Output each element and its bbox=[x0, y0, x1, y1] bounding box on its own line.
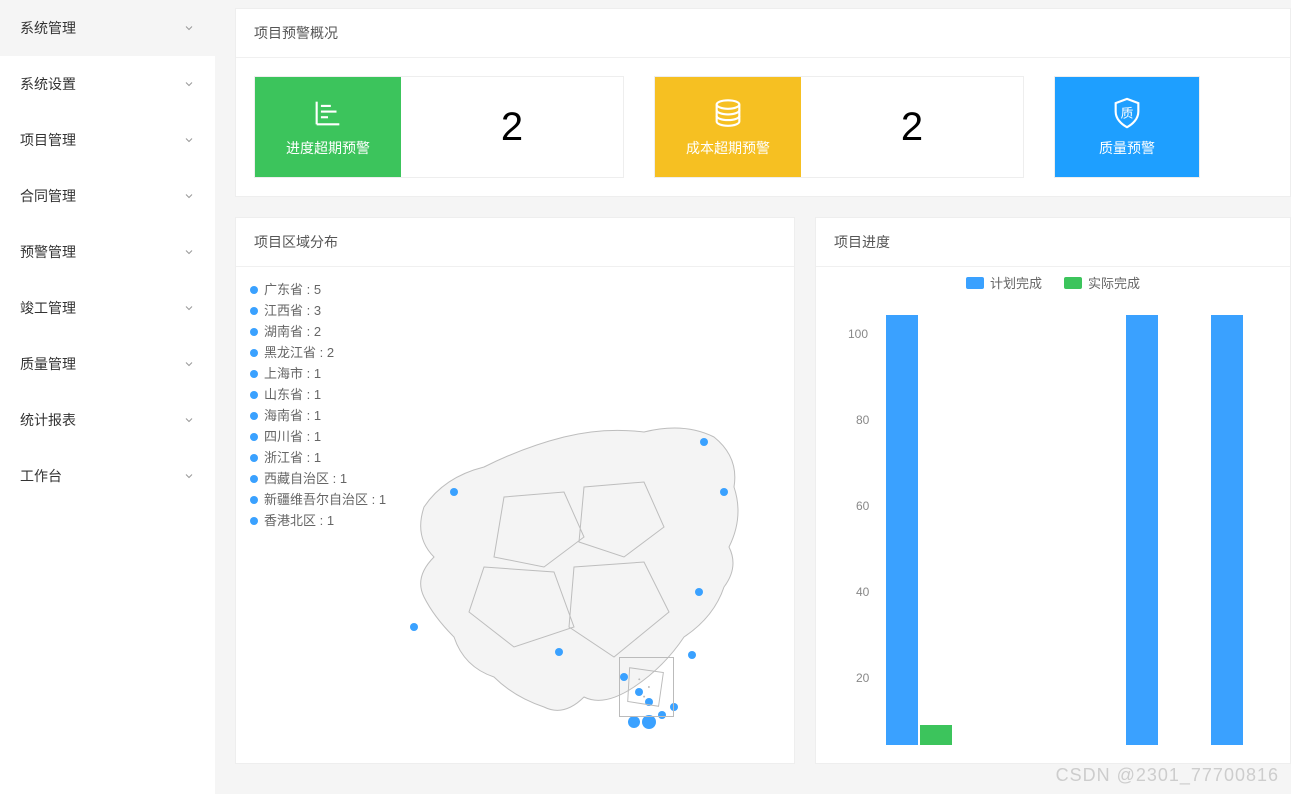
progress-title: 项目进度 bbox=[816, 218, 1290, 267]
watermark: CSDN @2301_77700816 bbox=[1056, 765, 1279, 786]
region-item: 黑龙江省 : 2 bbox=[250, 342, 386, 363]
legend-swatch-icon bbox=[1064, 277, 1082, 289]
bar-planned[interactable] bbox=[1126, 315, 1158, 745]
chevron-down-icon bbox=[183, 302, 195, 314]
chart-body: 计划完成 实际完成 100 80 60 40 20 bbox=[816, 273, 1290, 763]
region-item: 山东省 : 1 bbox=[250, 384, 386, 405]
alert-label: 进度超期预警 bbox=[286, 138, 370, 158]
region-item: 江西省 : 3 bbox=[250, 300, 386, 321]
coins-icon bbox=[711, 96, 745, 130]
overview-panel: 项目预警概况 进度超期预警 2 bbox=[235, 8, 1291, 197]
sidebar-item-label: 系统设置 bbox=[20, 74, 76, 94]
sidebar-item-label: 工作台 bbox=[20, 466, 62, 486]
region-item: 四川省 : 1 bbox=[250, 426, 386, 447]
alert-card-progress[interactable]: 进度超期预警 2 bbox=[254, 76, 624, 178]
alert-card-left: 质 质量预警 bbox=[1055, 77, 1199, 177]
dot-icon bbox=[250, 370, 258, 378]
svg-text:质: 质 bbox=[1121, 105, 1134, 120]
region-list: 广东省 : 5 江西省 : 3 湖南省 : 2 黑龙江省 : 2 上海市 : 1… bbox=[250, 279, 386, 531]
sidebar-item-completion-mgmt[interactable]: 竣工管理 bbox=[0, 280, 215, 336]
alert-label: 成本超期预警 bbox=[686, 138, 770, 158]
region-item: 浙江省 : 1 bbox=[250, 447, 386, 468]
dot-icon bbox=[250, 286, 258, 294]
sidebar-item-label: 竣工管理 bbox=[20, 298, 76, 318]
sidebar-item-label: 质量管理 bbox=[20, 354, 76, 374]
sidebar-item-label: 预警管理 bbox=[20, 242, 76, 262]
region-item: 海南省 : 1 bbox=[250, 405, 386, 426]
sidebar-item-system-settings[interactable]: 系统设置 bbox=[0, 56, 215, 112]
chevron-down-icon bbox=[183, 358, 195, 370]
china-map[interactable] bbox=[384, 397, 784, 737]
region-item: 湖南省 : 2 bbox=[250, 321, 386, 342]
region-item: 上海市 : 1 bbox=[250, 363, 386, 384]
chevron-down-icon bbox=[183, 78, 195, 90]
sidebar-item-label: 系统管理 bbox=[20, 18, 76, 38]
region-item: 新疆维吾尔自治区 : 1 bbox=[250, 489, 386, 510]
chevron-down-icon bbox=[183, 246, 195, 258]
sidebar-item-alert-mgmt[interactable]: 预警管理 bbox=[0, 224, 215, 280]
progress-panel: 项目进度 计划完成 实际完成 100 80 60 40 20 bbox=[815, 217, 1291, 764]
y-tick: 80 bbox=[856, 413, 869, 427]
chevron-down-icon bbox=[183, 134, 195, 146]
chart-legend: 计划完成 实际完成 bbox=[816, 273, 1290, 292]
chart-icon bbox=[311, 96, 345, 130]
sidebar-item-label: 项目管理 bbox=[20, 130, 76, 150]
legend-planned[interactable]: 计划完成 bbox=[966, 273, 1042, 292]
dot-icon bbox=[250, 328, 258, 336]
region-item: 广东省 : 5 bbox=[250, 279, 386, 300]
dot-icon bbox=[250, 496, 258, 504]
sidebar: 系统管理 系统设置 项目管理 合同管理 预警管理 竣工管理 质量管理 统计报表 … bbox=[0, 0, 215, 794]
region-item: 香港北区 : 1 bbox=[250, 510, 386, 531]
dot-icon bbox=[250, 307, 258, 315]
overview-title: 项目预警概况 bbox=[236, 9, 1290, 58]
y-tick: 20 bbox=[856, 671, 869, 685]
sidebar-item-contract-mgmt[interactable]: 合同管理 bbox=[0, 168, 215, 224]
y-tick: 40 bbox=[856, 585, 869, 599]
dot-icon bbox=[250, 517, 258, 525]
map-inset-icon bbox=[619, 657, 674, 717]
dot-icon bbox=[250, 412, 258, 420]
alert-value: 2 bbox=[401, 77, 623, 177]
y-tick: 60 bbox=[856, 499, 869, 513]
alert-card-left: 进度超期预警 bbox=[255, 77, 401, 177]
dot-icon bbox=[250, 391, 258, 399]
sidebar-item-workbench[interactable]: 工作台 bbox=[0, 448, 215, 504]
chevron-down-icon bbox=[183, 470, 195, 482]
chevron-down-icon bbox=[183, 414, 195, 426]
region-item: 西藏自治区 : 1 bbox=[250, 468, 386, 489]
dot-icon bbox=[250, 433, 258, 441]
dot-icon bbox=[250, 454, 258, 462]
bar-actual[interactable] bbox=[920, 725, 952, 745]
y-tick: 100 bbox=[848, 327, 868, 341]
chevron-down-icon bbox=[183, 22, 195, 34]
sidebar-item-label: 合同管理 bbox=[20, 186, 76, 206]
sidebar-item-project-mgmt[interactable]: 项目管理 bbox=[0, 112, 215, 168]
map-body: 广东省 : 5 江西省 : 3 湖南省 : 2 黑龙江省 : 2 上海市 : 1… bbox=[236, 267, 794, 757]
sidebar-item-system-mgmt[interactable]: 系统管理 bbox=[0, 0, 215, 56]
region-title: 项目区域分布 bbox=[236, 218, 794, 267]
sidebar-item-label: 统计报表 bbox=[20, 410, 76, 430]
sidebar-item-quality-mgmt[interactable]: 质量管理 bbox=[0, 336, 215, 392]
region-panel: 项目区域分布 广东省 : 5 江西省 : 3 湖南省 : 2 黑龙江省 : 2 … bbox=[235, 217, 795, 764]
alert-label: 质量预警 bbox=[1099, 138, 1155, 158]
alert-cards: 进度超期预警 2 成本超期预警 2 bbox=[254, 76, 1272, 178]
shield-icon: 质 bbox=[1110, 96, 1144, 130]
alert-card-cost[interactable]: 成本超期预警 2 bbox=[654, 76, 1024, 178]
alert-value: 2 bbox=[801, 77, 1023, 177]
alert-card-left: 成本超期预警 bbox=[655, 77, 801, 177]
alert-card-quality[interactable]: 质 质量预警 bbox=[1054, 76, 1200, 178]
chevron-down-icon bbox=[183, 190, 195, 202]
main-content: 项目预警概况 进度超期预警 2 bbox=[235, 0, 1291, 794]
sidebar-item-stats-report[interactable]: 统计报表 bbox=[0, 392, 215, 448]
bar-planned[interactable] bbox=[886, 315, 918, 745]
dot-icon bbox=[250, 475, 258, 483]
legend-actual[interactable]: 实际完成 bbox=[1064, 273, 1140, 292]
legend-swatch-icon bbox=[966, 277, 984, 289]
bar-planned[interactable] bbox=[1211, 315, 1243, 745]
dot-icon bbox=[250, 349, 258, 357]
